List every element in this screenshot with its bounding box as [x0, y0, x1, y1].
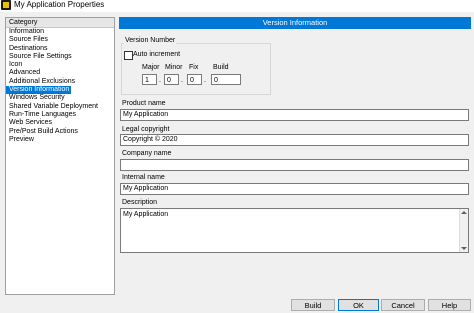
category-item-version-information[interactable]: Version Information — [6, 86, 71, 95]
category-list[interactable]: Category Information Source Files Destin… — [5, 17, 115, 295]
category-item-advanced[interactable]: Advanced — [6, 69, 114, 77]
scroll-down-icon[interactable] — [461, 247, 467, 250]
internal-name-field[interactable]: My Application — [120, 183, 469, 195]
panel-header: Version Information — [119, 17, 471, 29]
auto-increment-checkbox[interactable] — [124, 51, 133, 60]
version-number-title: Version Number — [124, 37, 177, 44]
category-item-run-time-languages[interactable]: Run-Time Languages — [6, 111, 114, 119]
category-item-shared-variable-deployment[interactable]: Shared Variable Deployment — [6, 103, 114, 111]
build-label: Build — [213, 64, 229, 71]
fix-label: Fix — [189, 64, 199, 71]
company-name-field[interactable] — [120, 159, 469, 171]
build-field[interactable]: 0 — [211, 74, 241, 85]
title-bar: My Application Properties — [0, 0, 474, 12]
auto-increment-label: Auto increment — [133, 51, 181, 58]
fix-field[interactable]: 0 — [187, 74, 202, 85]
category-item-destinations[interactable]: Destinations — [6, 45, 114, 53]
description-field[interactable]: My Application — [120, 208, 469, 253]
category-item-information[interactable]: Information — [6, 28, 114, 36]
window-title: My Application Properties — [14, 0, 105, 9]
help-button[interactable]: Help — [428, 299, 471, 311]
category-item-additional-exclusions[interactable]: Additional Exclusions — [6, 78, 114, 86]
category-item-source-file-settings[interactable]: Source File Settings — [6, 53, 114, 61]
ok-button[interactable]: OK — [338, 299, 379, 311]
category-item-source-files[interactable]: Source Files — [6, 36, 114, 44]
internal-name-label: Internal name — [122, 174, 165, 181]
legal-copyright-label: Legal copyright — [122, 126, 170, 133]
build-button[interactable]: Build — [291, 299, 335, 311]
legal-copyright-field[interactable]: Copyright © 2020 — [120, 134, 469, 146]
description-scrollbar[interactable] — [459, 209, 468, 252]
category-item-web-services[interactable]: Web Services — [6, 119, 114, 127]
version-separator: . — [181, 77, 183, 84]
company-name-label: Company name — [122, 150, 172, 157]
scroll-up-icon[interactable] — [461, 211, 467, 214]
category-header: Category — [6, 18, 114, 28]
minor-label: Minor — [165, 64, 183, 71]
version-separator: . — [159, 77, 161, 84]
major-label: Major — [142, 64, 160, 71]
major-field[interactable]: 1 — [142, 74, 157, 85]
app-icon — [1, 0, 11, 10]
product-name-field[interactable]: My Application — [120, 109, 469, 121]
version-separator: . — [204, 77, 206, 84]
description-label: Description — [122, 199, 158, 206]
description-text: My Application — [123, 211, 169, 218]
product-name-label: Product name — [122, 100, 166, 107]
category-item-windows-security[interactable]: Windows Security — [6, 94, 114, 102]
cancel-button[interactable]: Cancel — [381, 299, 425, 311]
category-item-pre-post-build-actions[interactable]: Pre/Post Build Actions — [6, 128, 114, 136]
category-item-preview[interactable]: Preview — [6, 136, 114, 144]
category-item-icon[interactable]: Icon — [6, 61, 114, 69]
minor-field[interactable]: 0 — [164, 74, 179, 85]
